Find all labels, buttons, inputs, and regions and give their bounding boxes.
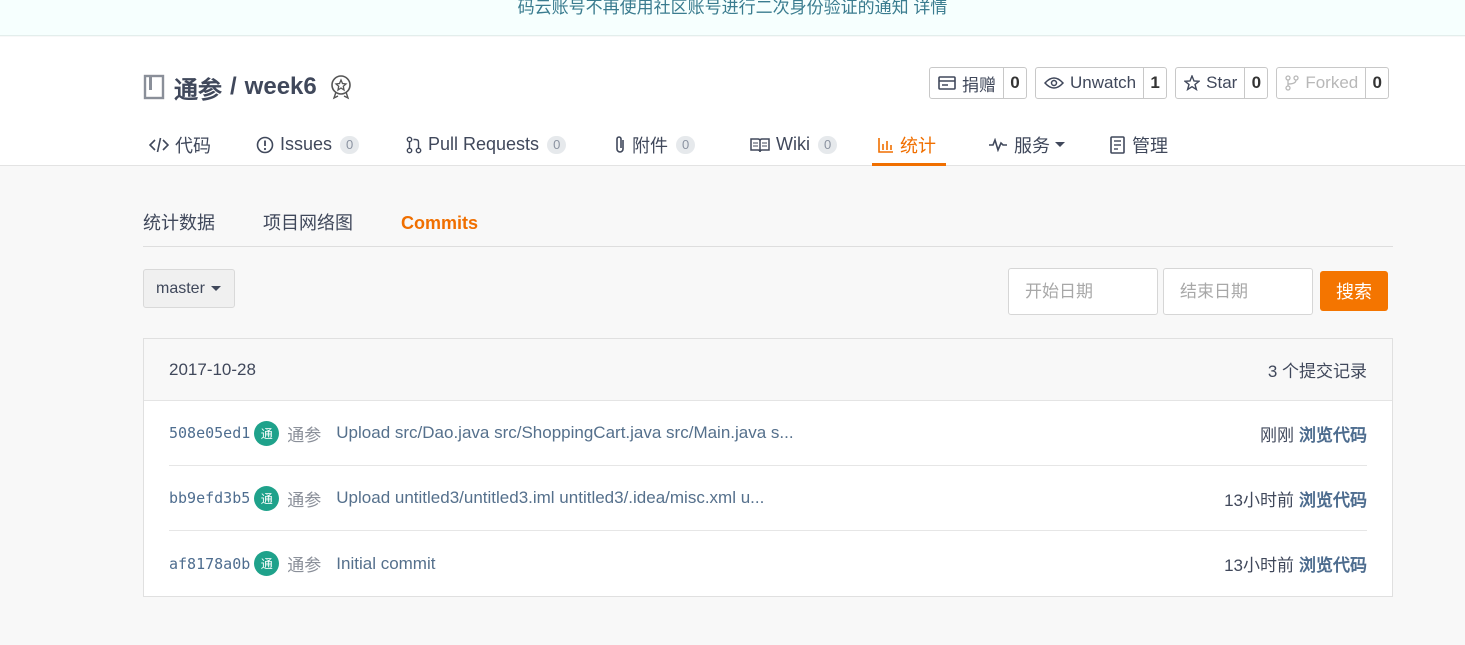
commit-row: af8178a0b 通 通参 Initial commit 13小时前 浏览代码 — [169, 531, 1367, 596]
browse-code-link[interactable]: 浏览代码 — [1299, 551, 1367, 576]
tab-pull-requests[interactable]: Pull Requests 0 — [400, 123, 608, 166]
pull-requests-count-badge: 0 — [547, 135, 567, 154]
commit-time: 13小时前 — [1224, 556, 1294, 575]
wiki-icon — [750, 137, 770, 152]
attachment-icon — [616, 135, 624, 153]
watch-count[interactable]: 1 — [1144, 68, 1166, 98]
tab-code[interactable]: 代码 — [143, 123, 239, 166]
forked-text: Forked — [1305, 73, 1359, 92]
commit-time: 刚刚 — [1260, 425, 1294, 445]
stats-subnav: 统计数据 项目网络图 Commits — [143, 205, 1393, 247]
caret-down-icon — [210, 286, 221, 291]
pulse-icon — [989, 137, 1007, 152]
subnav-stats-data[interactable]: 统计数据 — [143, 205, 215, 246]
repo-header: 通参 / week6 捐赠 0 Unwatch 1 Star 0 Forked … — [0, 37, 1465, 166]
star-button[interactable]: Star 0 — [1175, 67, 1269, 99]
commit-author[interactable]: 通参 — [287, 486, 321, 511]
commits-panel-header: 2017-10-28 3 个提交记录 — [144, 339, 1392, 401]
unwatch-label[interactable]: Unwatch — [1036, 68, 1145, 98]
commit-time: 13小时前 — [1224, 490, 1294, 510]
fork-icon — [1285, 75, 1299, 91]
stats-icon — [878, 137, 893, 153]
tab-wiki[interactable]: Wiki 0 — [744, 123, 872, 166]
commit-list: 508e05ed1 通 通参 Upload src/Dao.java src/S… — [144, 401, 1392, 596]
repo-name-link[interactable]: week6 — [245, 73, 317, 101]
tab-attachments-label: 附件 — [632, 135, 668, 156]
commit-sha-link[interactable]: bb9efd3b5 — [169, 489, 250, 507]
tab-services[interactable]: 服务 — [982, 123, 1104, 166]
commits-panel: 2017-10-28 3 个提交记录 508e05ed1 通 通参 Upload… — [143, 338, 1393, 597]
browse-code-link[interactable]: 浏览代码 — [1299, 421, 1367, 446]
avatar[interactable]: 通 — [254, 551, 280, 576]
tab-issues[interactable]: Issues 0 — [250, 123, 400, 166]
search-button[interactable]: 搜索 — [1320, 271, 1388, 311]
branch-select[interactable]: master — [143, 269, 235, 308]
tab-stats[interactable]: 统计 — [872, 123, 946, 166]
repo-tabs: 代码 Issues 0 Pull Requests 0 附件 0 Wiki 0 … — [143, 123, 1184, 166]
issues-count-badge: 0 — [340, 135, 360, 154]
notice-text[interactable]: 码云账号不再使用社区账号进行二次身份验证的通知 详情 — [518, 0, 948, 17]
tab-stats-label: 统计 — [900, 135, 936, 156]
repo-book-icon — [143, 74, 165, 100]
avatar[interactable]: 通 — [254, 420, 280, 446]
recommend-badge-icon — [329, 74, 353, 100]
issue-icon — [256, 136, 274, 153]
code-icon — [149, 137, 169, 152]
commit-date: 2017-10-28 — [169, 359, 256, 379]
commit-author[interactable]: 通参 — [287, 421, 321, 446]
donate-label[interactable]: 捐赠 — [930, 68, 1004, 98]
donate-text: 捐赠 — [962, 75, 996, 95]
donate-button[interactable]: 捐赠 0 — [929, 67, 1027, 99]
commit-author[interactable]: 通参 — [287, 551, 321, 576]
forked-label[interactable]: Forked — [1277, 68, 1367, 98]
donate-icon — [938, 76, 956, 90]
branch-value: master — [156, 279, 205, 297]
unwatch-text: Unwatch — [1070, 73, 1137, 92]
repo-separator: / — [230, 73, 237, 100]
commit-sha-link[interactable]: 508e05ed1 — [169, 424, 250, 442]
commit-count: 3 个提交记录 — [1267, 362, 1367, 381]
browse-code-link[interactable]: 浏览代码 — [1299, 486, 1367, 511]
repo-actions: 捐赠 0 Unwatch 1 Star 0 Forked 0 — [929, 67, 1390, 99]
tab-pull-requests-label: Pull Requests — [428, 134, 540, 154]
notice-banner: 码云账号不再使用社区账号进行二次身份验证的通知 详情 — [0, 0, 1465, 36]
commit-message-link[interactable]: Upload untitled3/untitled3.iml untitled3… — [336, 488, 1224, 508]
avatar[interactable]: 通 — [254, 485, 280, 511]
start-date-input[interactable] — [1008, 268, 1158, 315]
pull-request-icon — [406, 136, 422, 153]
commit-row: 508e05ed1 通 通参 Upload src/Dao.java src/S… — [169, 401, 1367, 466]
manage-icon — [1110, 135, 1125, 154]
attachments-count-badge: 0 — [676, 135, 696, 154]
star-icon — [1184, 75, 1201, 91]
subnav-commits[interactable]: Commits — [401, 205, 478, 246]
star-text: Star — [1206, 73, 1238, 92]
repo-owner-link[interactable]: 通参 — [174, 70, 222, 105]
fork-count[interactable]: 0 — [1366, 68, 1388, 98]
tab-code-label: 代码 — [175, 135, 211, 156]
star-label[interactable]: Star — [1176, 68, 1246, 98]
commit-row: bb9efd3b5 通 通参 Upload untitled3/untitled… — [169, 466, 1367, 531]
tab-issues-label: Issues — [280, 134, 333, 154]
commit-message-link[interactable]: Initial commit — [336, 554, 1224, 574]
chevron-down-icon — [1055, 142, 1065, 147]
commit-message-link[interactable]: Upload src/Dao.java src/ShoppingCart.jav… — [336, 423, 1260, 443]
tab-manage[interactable]: 管理 — [1104, 123, 1184, 166]
donate-count[interactable]: 0 — [1004, 68, 1026, 98]
wiki-count-badge: 0 — [818, 135, 838, 154]
star-count[interactable]: 0 — [1245, 68, 1267, 98]
tab-services-label: 服务 — [1014, 135, 1050, 156]
eye-icon — [1044, 77, 1064, 89]
unwatch-button[interactable]: Unwatch 1 — [1035, 67, 1168, 99]
forked-button[interactable]: Forked 0 — [1276, 67, 1390, 99]
tab-wiki-label: Wiki — [776, 134, 810, 154]
commit-sha-link[interactable]: af8178a0b — [169, 555, 250, 573]
subnav-network-graph[interactable]: 项目网络图 — [263, 205, 353, 246]
tab-manage-label: 管理 — [1132, 135, 1168, 156]
tab-attachments[interactable]: 附件 0 — [608, 123, 744, 166]
end-date-input[interactable] — [1163, 268, 1313, 315]
repo-title: 通参 / week6 — [143, 70, 353, 105]
